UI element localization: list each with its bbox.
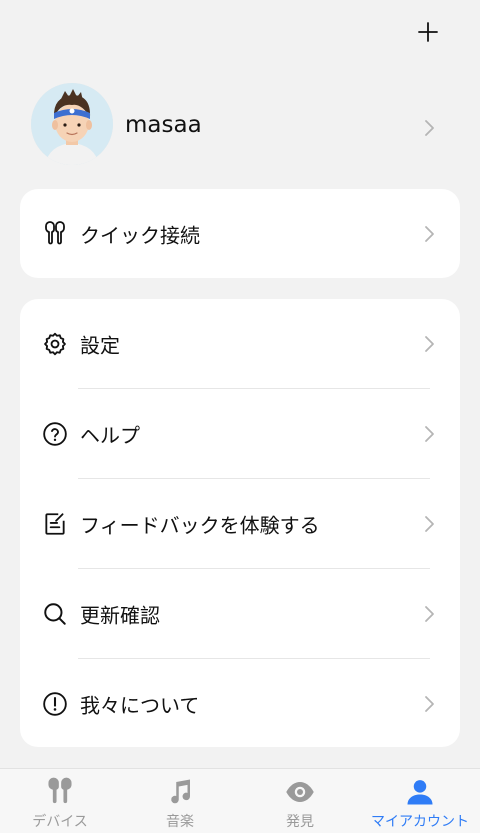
avatar xyxy=(31,83,113,165)
menu-item-label: ヘルプ xyxy=(80,423,140,447)
menu-item-settings[interactable]: 設定 xyxy=(20,299,460,388)
menu-item-about[interactable]: 我々について xyxy=(20,659,460,748)
tab-bar: デバイス 音楽 発見 マイアカウント xyxy=(0,768,480,833)
chevron-right-icon xyxy=(425,515,434,532)
tab-discover[interactable]: 発見 xyxy=(240,769,360,833)
menu-item-label: 更新確認 xyxy=(80,603,160,627)
menu-card: 設定 ヘルプ フィードバックを体験する 更新確認 我々について xyxy=(20,299,460,747)
menu-item-label: フィードバックを体験する xyxy=(80,513,320,537)
help-circle-icon xyxy=(42,421,68,447)
chevron-right-icon xyxy=(425,605,434,622)
plus-icon xyxy=(418,22,438,42)
tab-label: 音楽 xyxy=(166,814,194,830)
music-note-icon xyxy=(163,775,197,809)
chevron-right-icon xyxy=(425,225,434,242)
quick-connect-row[interactable]: クイック接続 xyxy=(20,189,460,278)
earbuds-icon xyxy=(42,220,68,247)
tab-label: デバイス xyxy=(32,814,88,830)
chevron-right-icon xyxy=(425,425,434,442)
search-icon xyxy=(42,601,68,627)
chevron-right-icon xyxy=(425,695,434,712)
tab-label: マイアカウント xyxy=(371,814,469,830)
profile-name: masaa xyxy=(125,112,202,138)
chevron-right-icon xyxy=(425,120,434,136)
quick-connect-card: クイック接続 xyxy=(20,189,460,278)
quick-connect-label: クイック接続 xyxy=(80,223,200,247)
menu-item-help[interactable]: ヘルプ xyxy=(20,389,460,478)
tab-label: 発見 xyxy=(286,814,314,830)
info-icon xyxy=(42,691,68,717)
earbuds-icon xyxy=(43,775,77,809)
chevron-right-icon xyxy=(425,335,434,352)
menu-item-label: 我々について xyxy=(80,693,200,717)
profile-row[interactable]: masaa xyxy=(0,82,480,168)
add-button[interactable] xyxy=(414,18,442,46)
menu-item-label: 設定 xyxy=(80,333,120,357)
tab-devices[interactable]: デバイス xyxy=(0,769,120,833)
gear-icon xyxy=(42,331,68,357)
tab-music[interactable]: 音楽 xyxy=(120,769,240,833)
person-icon xyxy=(403,775,437,809)
feedback-icon xyxy=(42,511,68,537)
eye-icon xyxy=(283,775,317,809)
menu-item-check-update[interactable]: 更新確認 xyxy=(20,569,460,658)
menu-item-feedback[interactable]: フィードバックを体験する xyxy=(20,479,460,568)
tab-my-account[interactable]: マイアカウント xyxy=(360,769,480,833)
